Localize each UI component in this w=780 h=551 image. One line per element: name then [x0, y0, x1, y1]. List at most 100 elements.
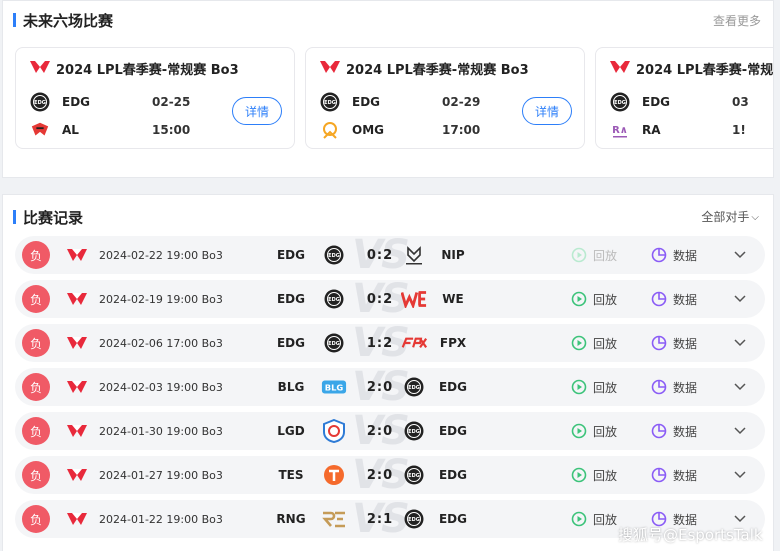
- lpl-logo-icon: [67, 236, 87, 274]
- edg-logo-icon: EDG: [401, 368, 427, 406]
- replay-label: 回放: [593, 424, 618, 439]
- home-team-row: EDG EDG 03: [610, 92, 773, 112]
- match-row[interactable]: 负 2024-01-30 19:00 Bo3 VS LGD 2:0 EDG ED…: [15, 408, 765, 454]
- card-title: 2024 LPL春季赛-常规赛 Bo3: [610, 59, 773, 78]
- stats-button[interactable]: 数据: [651, 368, 697, 406]
- svg-text:EDG: EDG: [408, 429, 420, 435]
- upcoming-match-card[interactable]: 2024 LPL春季赛-常规赛 Bo3 EDG EDG 02-29 OMG 17…: [305, 47, 585, 149]
- stats-label: 数据: [673, 468, 698, 483]
- lpl-logo-icon: [320, 60, 340, 77]
- match-datetime: 2024-01-27 19:00 Bo3: [99, 468, 223, 482]
- home-team-name: EDG: [642, 95, 671, 109]
- replay-button[interactable]: 回放: [571, 368, 617, 406]
- replay-label: 回放: [593, 512, 618, 527]
- edg-logo-icon: EDG: [401, 412, 427, 450]
- expand-chevron-icon[interactable]: [733, 368, 747, 406]
- lpl-logo-icon: [67, 412, 87, 450]
- pie-chart-icon: [651, 467, 667, 483]
- edg-logo-icon: EDG: [610, 92, 630, 112]
- rng-logo-icon: [321, 500, 347, 538]
- edg-logo-icon: EDG: [30, 92, 50, 112]
- match-datetime: 2024-02-22 19:00 Bo3: [99, 248, 223, 262]
- lgd-logo-icon: [321, 412, 347, 450]
- card-title: 2024 LPL春季赛-常规赛 Bo3: [30, 59, 239, 78]
- match-date: 02-25: [152, 95, 191, 109]
- home-team-name: RNG: [276, 512, 306, 526]
- match-row[interactable]: 负 2024-02-06 17:00 Bo3 VS EDG EDG 1:2 FP…: [15, 320, 765, 366]
- replay-label: 回放: [593, 380, 618, 395]
- match-score: 0:2: [366, 247, 394, 263]
- details-button[interactable]: 详情: [232, 97, 282, 125]
- pie-chart-icon: [651, 379, 667, 395]
- match-datetime: 2024-02-06 17:00 Bo3: [99, 336, 223, 350]
- home-team-name: EDG: [276, 336, 305, 350]
- play-circle-icon: [571, 379, 587, 395]
- tes-logo-icon: [321, 456, 347, 494]
- away-team-name: NIP: [441, 248, 465, 262]
- watermark: 搜狐号@EsportsTalk: [618, 526, 763, 544]
- away-team-name: RA: [642, 123, 661, 137]
- edg-logo-icon: EDG: [321, 280, 347, 318]
- away-team-row: OMG 17:00: [320, 120, 510, 140]
- opponent-filter-dropdown[interactable]: 全部对手 ⌵: [701, 208, 759, 225]
- svg-text:EDG: EDG: [614, 100, 626, 106]
- edg-logo-icon: EDG: [320, 92, 340, 112]
- match-datetime: 2024-02-03 19:00 Bo3: [99, 380, 223, 394]
- result-badge: 负: [22, 417, 50, 445]
- edg-logo-icon: EDG: [321, 324, 347, 362]
- svg-text:EDG: EDG: [34, 100, 46, 106]
- stats-button[interactable]: 数据: [651, 280, 697, 318]
- play-circle-icon: [571, 511, 587, 527]
- svg-text:EDG: EDG: [328, 297, 340, 303]
- details-button[interactable]: 详情: [522, 97, 572, 125]
- expand-chevron-icon[interactable]: [733, 280, 747, 318]
- away-team-name: EDG: [438, 512, 467, 526]
- stats-button[interactable]: 数据: [651, 412, 697, 450]
- match-time: 1!: [732, 123, 746, 137]
- card-title-text: 2024 LPL春季赛-常规赛 Bo3: [56, 63, 239, 78]
- stats-label: 数据: [673, 424, 698, 439]
- replay-button[interactable]: 回放: [571, 412, 617, 450]
- stats-button[interactable]: 数据: [651, 456, 697, 494]
- replay-button[interactable]: 回放: [571, 500, 617, 538]
- al-logo-icon: [30, 120, 50, 140]
- play-circle-icon: [571, 423, 587, 439]
- play-circle-icon: [571, 335, 587, 351]
- lpl-logo-icon: [67, 500, 87, 538]
- upcoming-match-card[interactable]: 2024 LPL春季赛-常规赛 Bo3 EDG EDG 02-25 AL 15:…: [15, 47, 295, 149]
- replay-button[interactable]: 回放: [571, 280, 617, 318]
- match-row[interactable]: 负 2024-01-27 19:00 Bo3 VS TES 2:0 EDG ED…: [15, 452, 765, 498]
- fpx-logo-icon: [401, 324, 427, 362]
- home-team-name: BLG: [277, 380, 305, 394]
- expand-chevron-icon[interactable]: [733, 324, 747, 362]
- replay-button[interactable]: 回放: [571, 324, 617, 362]
- expand-chevron-icon[interactable]: [733, 236, 747, 274]
- expand-chevron-icon[interactable]: [733, 412, 747, 450]
- we-logo-icon: [401, 280, 427, 318]
- svg-text:EDG: EDG: [328, 341, 340, 347]
- expand-chevron-icon[interactable]: [733, 456, 747, 494]
- blg-logo-icon: BLG: [321, 368, 347, 406]
- match-date: 03: [732, 95, 749, 109]
- play-circle-icon: [571, 467, 587, 483]
- svg-text:EDG: EDG: [408, 473, 420, 479]
- home-team-name: EDG: [352, 95, 381, 109]
- stats-button[interactable]: 数据: [651, 236, 697, 274]
- result-badge: 负: [22, 285, 50, 313]
- stats-label: 数据: [673, 336, 698, 351]
- match-row[interactable]: 负 2024-02-19 19:00 Bo3 VS EDG EDG 0:2 WE…: [15, 276, 765, 322]
- match-row[interactable]: 负 2024-02-22 19:00 Bo3 VS EDG EDG 0:2 NI…: [15, 232, 765, 278]
- play-circle-icon: [571, 247, 587, 263]
- svg-text:R∧: R∧: [612, 125, 628, 136]
- away-team-name: AL: [62, 123, 79, 137]
- replay-button[interactable]: 回放: [571, 236, 617, 274]
- upcoming-match-card[interactable]: 2024 LPL春季赛-常规赛 Bo3 EDG EDG 03 R∧ RA 1! …: [595, 47, 773, 149]
- replay-button[interactable]: 回放: [571, 456, 617, 494]
- stats-button[interactable]: 数据: [651, 324, 697, 362]
- svg-text:EDG: EDG: [408, 517, 420, 523]
- home-team-name: EDG: [276, 248, 305, 262]
- view-more-link[interactable]: 查看更多: [713, 12, 761, 29]
- play-circle-icon: [571, 291, 587, 307]
- home-team-name: EDG: [276, 292, 305, 306]
- match-row[interactable]: 负 2024-02-03 19:00 Bo3 VS BLG BLG 2:0 ED…: [15, 364, 765, 410]
